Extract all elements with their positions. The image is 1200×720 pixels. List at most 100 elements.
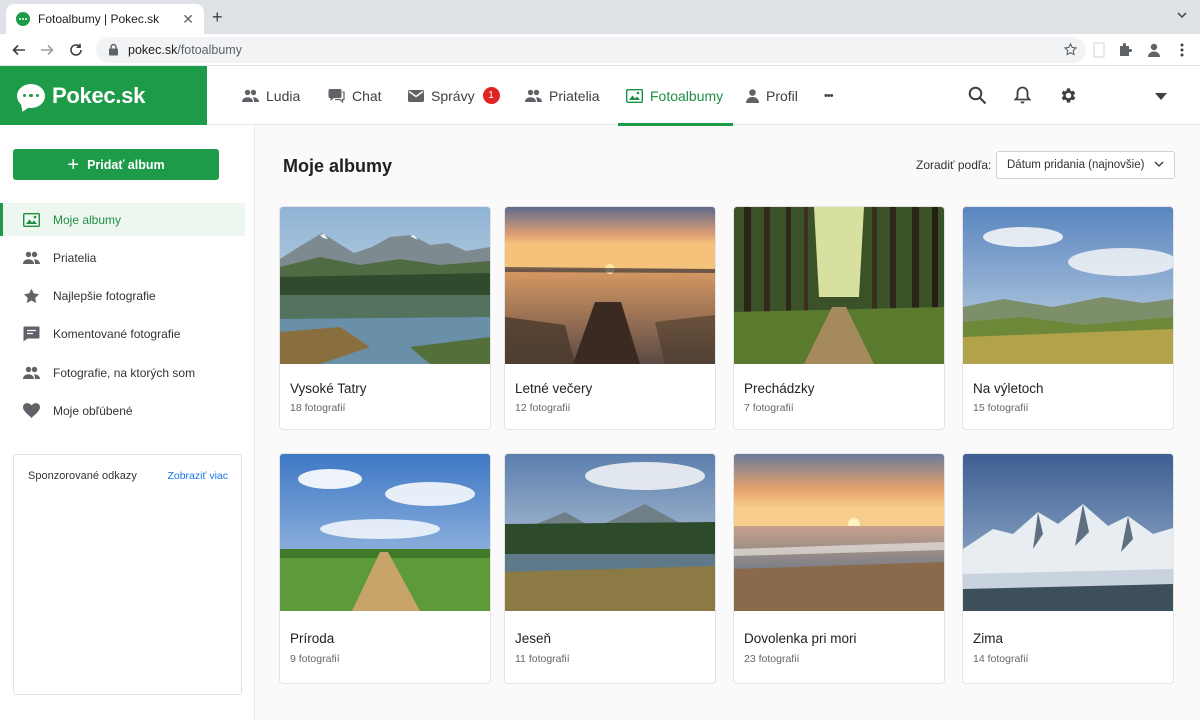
sidebar-item-najlepsie[interactable]: Najlepšie fotografie — [0, 280, 245, 313]
nav-priatelia[interactable]: Priatelia — [525, 66, 600, 125]
address-bar[interactable]: pokec.sk/fotoalbumy — [96, 37, 1086, 63]
album-thumbnail[interactable] — [505, 454, 715, 611]
album-card[interactable]: Letné večery 12 fotografií — [504, 206, 716, 430]
nav-profil[interactable]: Profil — [746, 66, 798, 125]
sort-label: Zoradiť podľa: — [916, 158, 992, 172]
album-name[interactable]: Dovolenka pri mori — [744, 631, 857, 646]
site-logo[interactable]: Pokec.sk — [0, 66, 207, 125]
notifications-bell-icon[interactable] — [1014, 86, 1031, 105]
lock-icon[interactable] — [108, 43, 119, 56]
photo-icon — [23, 212, 40, 227]
browser-tab[interactable]: Fotoalbumy | Pokec.sk ✕ — [6, 4, 204, 34]
album-thumbnail[interactable] — [963, 454, 1173, 611]
search-icon[interactable] — [968, 86, 987, 105]
album-name[interactable]: Letné večery — [515, 381, 592, 396]
album-name[interactable]: Na výletoch — [973, 381, 1044, 396]
browser-toolbar: pokec.sk/fotoalbumy — [0, 34, 1200, 66]
sidebar-item-label: Fotografie, na ktorých som — [53, 365, 196, 380]
album-name[interactable]: Prechádzky — [744, 381, 815, 396]
sidebar-item-oblubene[interactable]: Moje obľúbené — [0, 394, 245, 427]
mountain-lake-photo — [280, 207, 490, 364]
album-thumbnail[interactable] — [734, 454, 944, 611]
person-icon — [746, 88, 759, 103]
album-card[interactable]: Vysoké Tatry 18 fotografií — [279, 206, 491, 430]
sort-select[interactable]: Dátum pridania (najnovšie) — [996, 151, 1175, 179]
chat-bubble-logo-icon — [17, 83, 45, 108]
profile-avatar-icon[interactable] — [1146, 42, 1162, 58]
album-thumbnail[interactable] — [280, 207, 490, 364]
photo-icon — [626, 88, 643, 103]
chevron-down-icon — [1154, 161, 1164, 168]
browser-menu-icon[interactable] — [1178, 42, 1186, 58]
plus-icon: + — [67, 153, 80, 176]
album-thumbnail[interactable] — [280, 454, 490, 611]
album-card[interactable]: Dovolenka pri mori 23 fotografií — [733, 453, 945, 684]
album-name[interactable]: Jeseň — [515, 631, 551, 646]
sponsored-links-box: Sponzorované odkazy Zobraziť viac — [13, 454, 242, 695]
album-photo-count: 9 fotografií — [290, 653, 340, 665]
browser-tab-title: Fotoalbumy | Pokec.sk — [38, 12, 160, 26]
sidebar-item-label: Moje albumy — [53, 212, 122, 227]
sidebar-item-priatelia[interactable]: Priatelia — [0, 241, 245, 274]
nav-label: Profil — [766, 87, 798, 104]
tab-search-chevron-icon[interactable] — [1176, 9, 1188, 21]
forward-arrow-icon[interactable] — [39, 42, 55, 58]
bookmark-star-icon[interactable] — [1063, 42, 1078, 57]
album-thumbnail[interactable] — [963, 207, 1173, 364]
nav-more[interactable]: ••• — [824, 66, 834, 125]
nav-label: Chat — [352, 87, 382, 104]
snowy-mountains-photo — [963, 454, 1173, 611]
brand-name: Pokec.sk — [52, 82, 146, 108]
sunset-pier-photo — [505, 207, 715, 364]
album-name[interactable]: Zima — [973, 631, 1003, 646]
extensions-puzzle-icon[interactable] — [1117, 42, 1133, 58]
album-card[interactable]: Príroda 9 fotografií — [279, 453, 491, 684]
sidebar: + Pridať album Moje albumy Priatelia Naj… — [0, 125, 255, 720]
page-title: Moje albumy — [283, 156, 393, 176]
account-dropdown-chevron-icon[interactable] — [1155, 93, 1167, 100]
album-thumbnail[interactable] — [734, 207, 944, 364]
sidebar-item-label: Komentované fotografie — [53, 327, 181, 342]
sidebar-item-komentovane[interactable]: Komentované fotografie — [0, 318, 245, 351]
autumn-lake-photo — [505, 454, 715, 611]
mail-icon — [408, 89, 424, 102]
album-photo-count: 15 fotografií — [973, 402, 1029, 414]
nav-spravy[interactable]: Správy 1 — [408, 66, 500, 125]
album-name[interactable]: Príroda — [290, 631, 334, 646]
album-name[interactable]: Vysoké Tatry — [290, 381, 367, 396]
pokec-favicon-icon — [16, 12, 30, 26]
show-more-link[interactable]: Zobraziť viac — [167, 470, 228, 482]
heart-icon — [23, 403, 40, 419]
extension-placeholder-icon[interactable] — [1093, 42, 1105, 58]
album-thumbnail[interactable] — [505, 207, 715, 364]
reload-icon[interactable] — [68, 42, 84, 58]
add-album-button[interactable]: + Pridať album — [13, 149, 219, 180]
people-icon — [242, 89, 259, 102]
nav-chat[interactable]: Chat — [328, 66, 382, 125]
hills-photo — [963, 207, 1173, 364]
album-card[interactable]: Zima 14 fotografií — [962, 453, 1174, 684]
album-photo-count: 23 fotografií — [744, 653, 800, 665]
forest-path-photo — [734, 207, 944, 364]
settings-gear-icon[interactable] — [1059, 86, 1078, 105]
close-tab-icon[interactable]: ✕ — [182, 11, 194, 28]
album-card[interactable]: Prechádzky 7 fotografií — [733, 206, 945, 430]
nav-ludia[interactable]: Ludia — [242, 66, 300, 125]
album-card[interactable]: Jeseň 11 fotografií — [504, 453, 716, 684]
star-icon — [23, 288, 40, 304]
field-road-photo — [280, 454, 490, 611]
friends-icon — [525, 89, 542, 102]
nav-fotoalbumy[interactable]: Fotoalbumy — [617, 66, 734, 126]
browser-tabstrip: Fotoalbumy | Pokec.sk ✕ + — [0, 0, 1200, 34]
new-tab-icon[interactable]: + — [212, 7, 223, 28]
sea-sunset-photo — [734, 454, 944, 611]
album-card[interactable]: Na výletoch 15 fotografií — [962, 206, 1174, 430]
nav-label: Správy — [431, 87, 475, 104]
back-arrow-icon[interactable] — [11, 42, 27, 58]
nav-label: Ludia — [266, 87, 301, 104]
sidebar-nav: Moje albumy Priatelia Najlepšie fotograf… — [0, 203, 245, 433]
album-photo-count: 11 fotografií — [515, 653, 570, 665]
sidebar-item-label: Najlepšie fotografie — [53, 289, 156, 304]
sidebar-item-fotografie-na-ktorych-som[interactable]: Fotografie, na ktorých som — [0, 356, 245, 389]
sidebar-item-moje-albumy[interactable]: Moje albumy — [0, 203, 245, 236]
